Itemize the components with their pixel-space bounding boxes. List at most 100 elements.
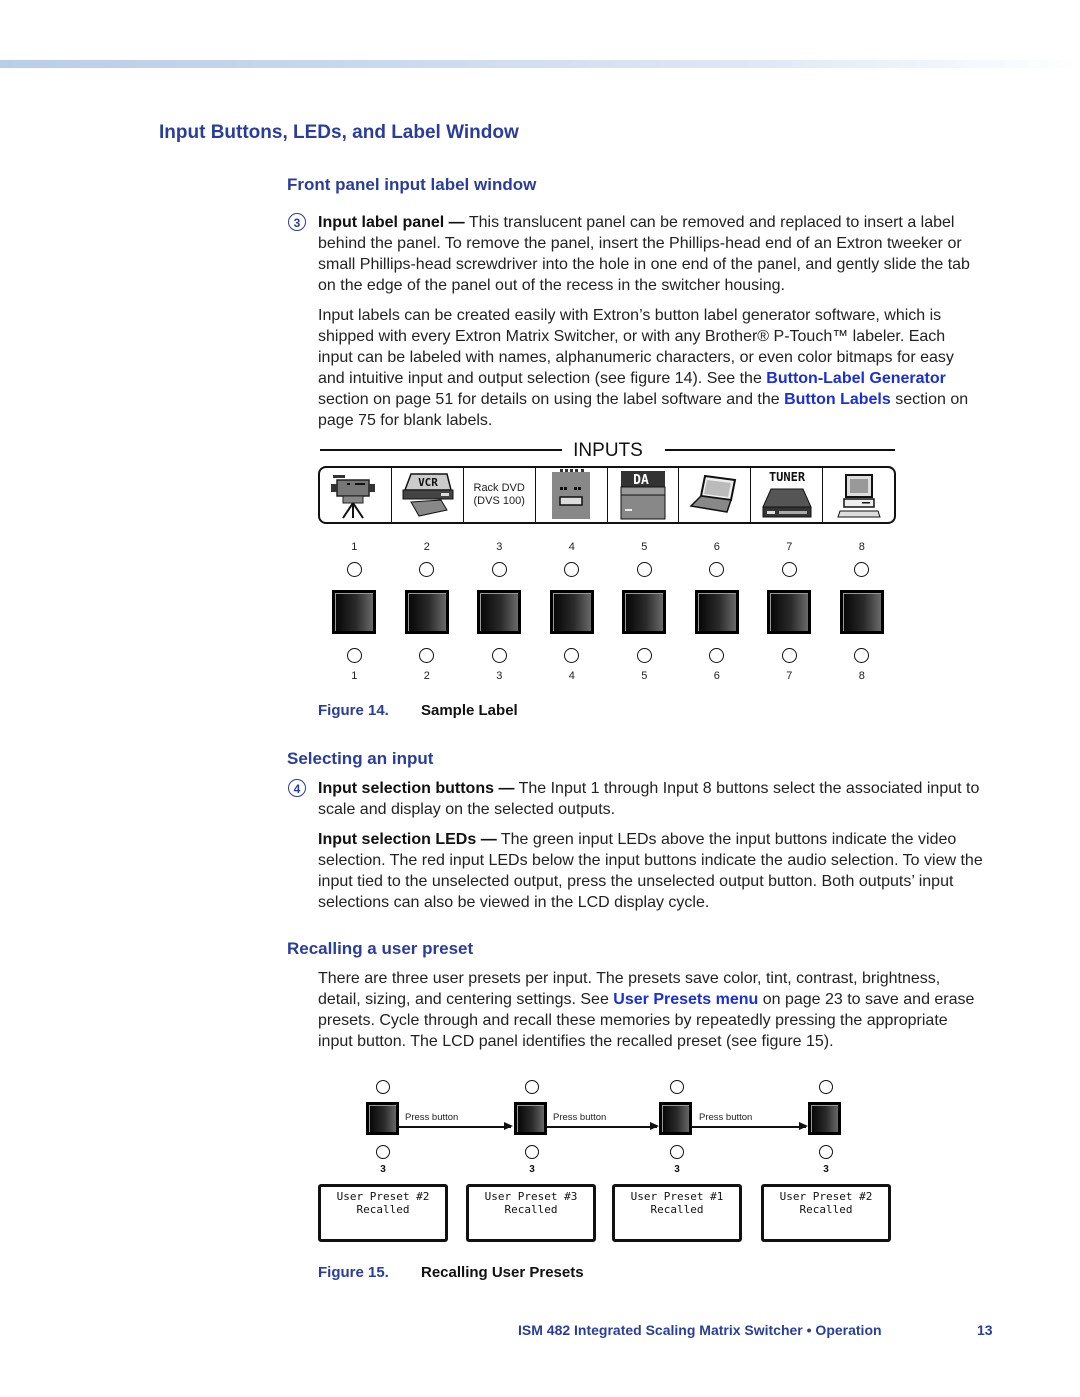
figure-14-caption: Figure 14. Sample Label (318, 702, 518, 719)
rack-dvd-line1: Rack DVD (473, 482, 525, 494)
paragraph-input-labels: Input labels can be created easily with … (318, 305, 983, 431)
label-cell-1 (320, 468, 392, 522)
input-number: 4 (568, 541, 575, 553)
input-number: 5 (641, 670, 648, 682)
camcorder-icon (331, 475, 376, 519)
audio-led (670, 1145, 684, 1159)
rack-device-icon (552, 469, 591, 519)
figure-number: Figure 15. (318, 1264, 389, 1281)
input-button[interactable] (659, 1102, 692, 1135)
lcd-display-1: User Preset #2 Recalled (318, 1184, 448, 1242)
figure-title: Sample Label (421, 702, 518, 719)
input-button[interactable] (366, 1102, 399, 1135)
da-text: DA (633, 473, 649, 488)
input-number: 5 (641, 541, 648, 553)
input-number: 8 (858, 541, 865, 553)
input-number: 3 (380, 1164, 386, 1175)
tuner-icon: TUNER (761, 470, 812, 518)
lcd-display-3: User Preset #1 Recalled (612, 1184, 742, 1242)
page-number: 13 (977, 1322, 993, 1338)
input-button-6[interactable] (694, 590, 739, 634)
input-button-row (318, 590, 898, 636)
link-button-labels[interactable]: Button Labels (784, 391, 891, 408)
label-cell-6 (679, 468, 752, 522)
video-led (709, 562, 725, 577)
arrow-icon (692, 1123, 808, 1129)
input-button-8[interactable] (839, 590, 884, 634)
desktop-computer-icon (836, 474, 881, 518)
da-icon: DA (620, 471, 666, 520)
label-cell-2: VCR (392, 468, 464, 522)
paragraph-input-label-panel: Input label panel — This translucent pan… (318, 212, 983, 296)
divider-line (665, 449, 895, 451)
figure-15-diagram: 3 User Preset #2 Recalled Press button 3… (318, 1078, 918, 1268)
input-button-2[interactable] (404, 590, 449, 634)
term-input-selection-leds: Input selection LEDs — (318, 831, 497, 848)
figure-number: Figure 14. (318, 702, 389, 719)
heading-recalling-preset: Recalling a user preset (287, 939, 474, 958)
input-numbers-top: 1 2 3 4 5 6 7 8 (318, 541, 898, 555)
input-number: 3 (674, 1164, 680, 1175)
input-number: 7 (786, 670, 793, 682)
video-led (636, 562, 652, 577)
term-input-label-panel: Input label panel — (318, 214, 465, 231)
lcd-line-1: User Preset #3 (484, 1190, 578, 1203)
link-user-presets-menu[interactable]: User Presets menu (613, 991, 758, 1008)
section-title: Input Buttons, LEDs, and Label Window (159, 122, 519, 143)
link-button-label-generator[interactable]: Button-Label Generator (766, 370, 946, 387)
header-gradient-bar (0, 60, 1080, 68)
video-led-row (318, 562, 898, 582)
video-led (781, 562, 797, 577)
audio-led (709, 648, 725, 663)
input-button[interactable] (808, 1102, 841, 1135)
paragraph-input-selection-leds: Input selection LEDs — The green input L… (318, 829, 983, 913)
input-button-1[interactable] (332, 590, 377, 634)
press-button-label: Press button (699, 1112, 753, 1123)
input-number: 3 (496, 541, 503, 553)
rack-dvd-line2: (DVS 100) (473, 495, 525, 507)
paragraph-user-presets: There are three user presets per input. … (318, 968, 983, 1052)
input-number: 3 (529, 1164, 535, 1175)
input-number: 6 (713, 670, 720, 682)
video-led (564, 562, 580, 577)
lcd-line-2: Recalled (504, 1203, 558, 1216)
input-button-7[interactable] (767, 590, 812, 634)
figure-title: Recalling User Presets (421, 1264, 584, 1281)
lcd-line-1: User Preset #2 (779, 1190, 873, 1203)
arrow-icon (399, 1123, 513, 1129)
press-button-label: Press button (553, 1112, 607, 1123)
input-number: 3 (823, 1164, 829, 1175)
label-cell-8 (823, 468, 894, 522)
input-button[interactable] (514, 1102, 547, 1135)
lcd-line-1: User Preset #1 (630, 1190, 724, 1203)
audio-led (819, 1145, 833, 1159)
callout-3-icon: 3 (288, 213, 306, 231)
label-cell-3: Rack DVD (DVS 100) (464, 468, 536, 522)
audio-led (419, 648, 435, 663)
input-numbers-bottom: 1 2 3 4 5 6 7 8 (318, 670, 898, 684)
input-number: 6 (713, 541, 720, 553)
input-button-5[interactable] (622, 590, 667, 634)
lcd-line-1: User Preset #2 (336, 1190, 430, 1203)
audio-led (781, 648, 797, 663)
press-button-label: Press button (405, 1112, 459, 1123)
input-number: 1 (351, 541, 358, 553)
audio-led (346, 648, 362, 663)
paragraph-input-selection-buttons: Input selection buttons — The Input 1 th… (318, 778, 983, 820)
lcd-line-2: Recalled (799, 1203, 853, 1216)
heading-label-window: Front panel input label window (287, 175, 537, 194)
rack-dvd-label: Rack DVD (DVS 100) (474, 482, 525, 508)
audio-led (636, 648, 652, 663)
video-led (819, 1080, 833, 1094)
input-button-4[interactable] (549, 590, 594, 634)
input-button-3[interactable] (477, 590, 522, 634)
callout-4-icon: 4 (288, 779, 306, 797)
laptop-icon (689, 474, 737, 513)
term-input-selection-buttons: Input selection buttons — (318, 780, 515, 797)
video-led (670, 1080, 684, 1094)
lcd-line-2: Recalled (650, 1203, 704, 1216)
label-cell-4 (536, 468, 608, 522)
lcd-line-2: Recalled (356, 1203, 410, 1216)
lcd-display-4: User Preset #2 Recalled (761, 1184, 891, 1242)
arrow-icon (547, 1123, 659, 1129)
